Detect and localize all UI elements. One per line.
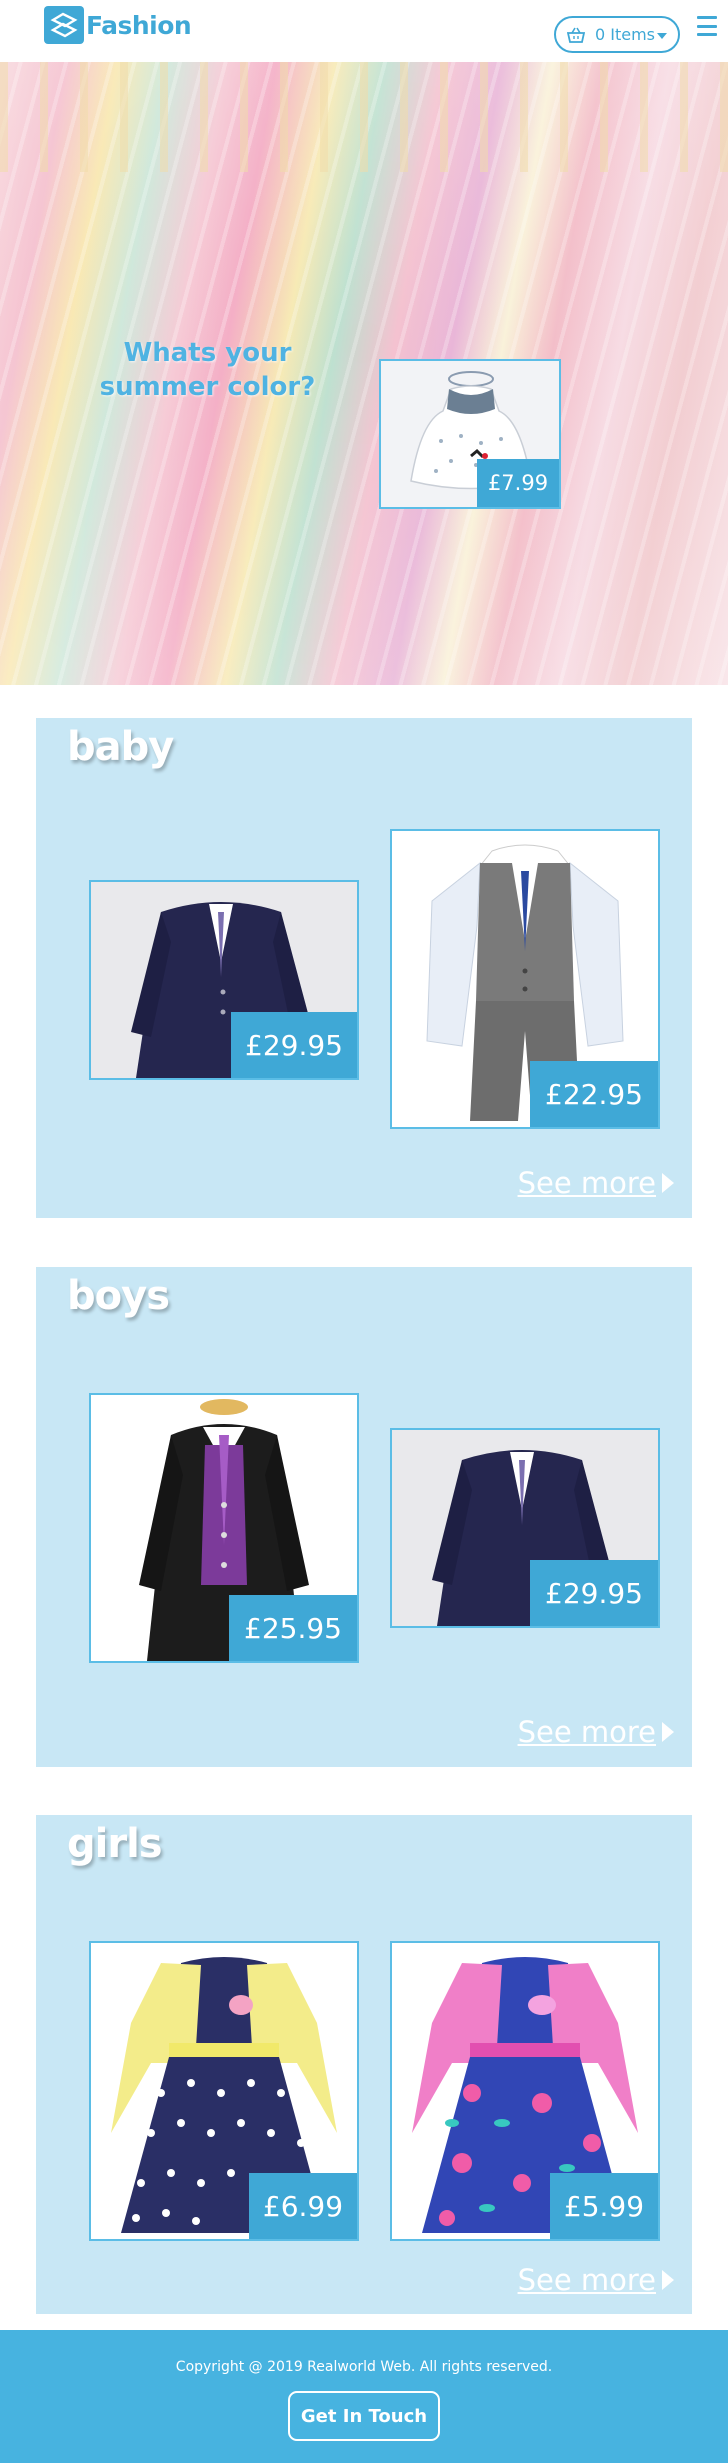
product-card[interactable]: £6.99 [89, 1941, 359, 2241]
arrow-right-icon [662, 1173, 674, 1193]
product-card[interactable]: £29.95 [390, 1428, 660, 1628]
see-more-link[interactable]: See more [518, 1166, 674, 1200]
featured-product-card[interactable]: £7.99 [379, 359, 561, 509]
cart-count-label: 0 Items [594, 25, 656, 44]
see-more-link[interactable]: See more [518, 1715, 674, 1749]
price-tag: £29.95 [530, 1560, 658, 1626]
brand-name: Fashion [86, 10, 192, 40]
price-tag: £29.95 [231, 1012, 357, 1078]
logo-icon [44, 6, 84, 44]
product-card[interactable]: £5.99 [390, 1941, 660, 2241]
hero-title: Whats your summer color? [99, 338, 316, 402]
see-more-label: See more [517, 1715, 656, 1749]
see-more-label: See more [517, 1166, 656, 1200]
arrow-right-icon [662, 2270, 674, 2290]
price-tag: £22.95 [530, 1061, 658, 1127]
get-in-touch-button[interactable]: Get In Touch [288, 2391, 440, 2441]
category-panel-boys: boys £25.95 £29.95 See more [36, 1267, 692, 1767]
arrow-right-icon [662, 1722, 674, 1742]
site-header: Fashion 0 Items [0, 0, 728, 62]
category-title: boys [67, 1273, 170, 1319]
category-panel-girls: girls £6.99 £5.99 See more [36, 1815, 692, 2314]
site-footer: Copyright @ 2019 Realworld Web. All righ… [0, 2330, 728, 2463]
hero-banner: Whats your summer color? £7.99 [0, 62, 728, 685]
basket-icon [566, 27, 585, 43]
price-tag: £25.95 [229, 1595, 357, 1661]
brand-logo[interactable]: Fashion [44, 6, 192, 44]
price-tag: £5.99 [550, 2173, 658, 2239]
copyright-text: Copyright @ 2019 Realworld Web. All righ… [175, 2359, 553, 2375]
category-title: baby [67, 724, 174, 770]
chevron-down-icon [657, 32, 668, 39]
see-more-label: See more [517, 2263, 656, 2297]
hamburger-menu-icon[interactable] [697, 16, 717, 36]
category-panel-baby: baby £29.95 £22.95 See more [36, 718, 692, 1218]
price-tag: £6.99 [249, 2173, 357, 2239]
see-more-link[interactable]: See more [518, 2263, 674, 2297]
cart-dropdown-button[interactable]: 0 Items [554, 16, 680, 53]
product-card[interactable]: £25.95 [89, 1393, 359, 1663]
product-card[interactable]: £22.95 [390, 829, 660, 1129]
product-card[interactable]: £29.95 [89, 880, 359, 1080]
category-title: girls [67, 1821, 163, 1867]
featured-price-tag: £7.99 [477, 459, 559, 507]
